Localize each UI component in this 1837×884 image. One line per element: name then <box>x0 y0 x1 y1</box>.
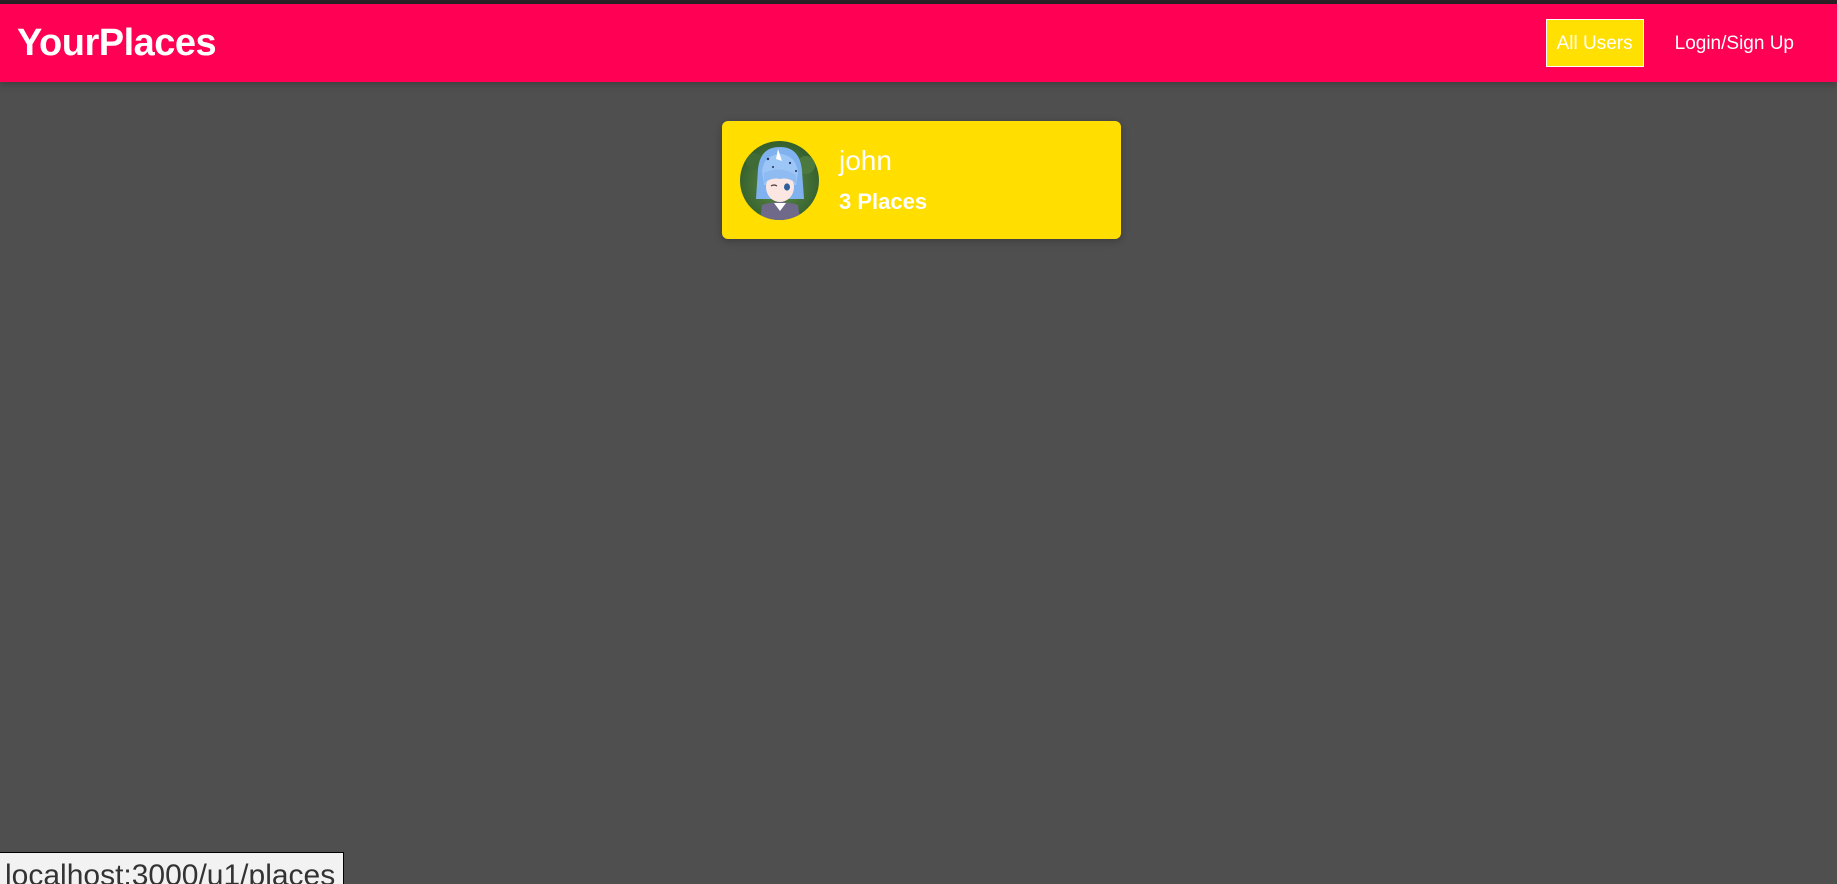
main-header: YourPlaces All Users Login/Sign Up <box>0 4 1837 82</box>
user-info: john 3 Places <box>839 141 927 220</box>
nav-login-signup-link[interactable]: Login/Sign Up <box>1664 19 1805 67</box>
main-navigation: All Users Login/Sign Up <box>1545 19 1805 67</box>
users-list: john 3 Places <box>722 121 1121 239</box>
user-card[interactable]: john 3 Places <box>722 121 1121 239</box>
nav-all-users-link[interactable]: All Users <box>1545 19 1644 67</box>
avatar-image <box>740 140 819 220</box>
logo-link[interactable]: YourPlaces <box>17 22 217 65</box>
user-place-count: 3 Places <box>839 189 928 214</box>
user-name: john <box>839 145 892 176</box>
browser-status-bar-url: localhost:3000/u1/places <box>0 852 345 884</box>
user-avatar <box>740 140 819 220</box>
